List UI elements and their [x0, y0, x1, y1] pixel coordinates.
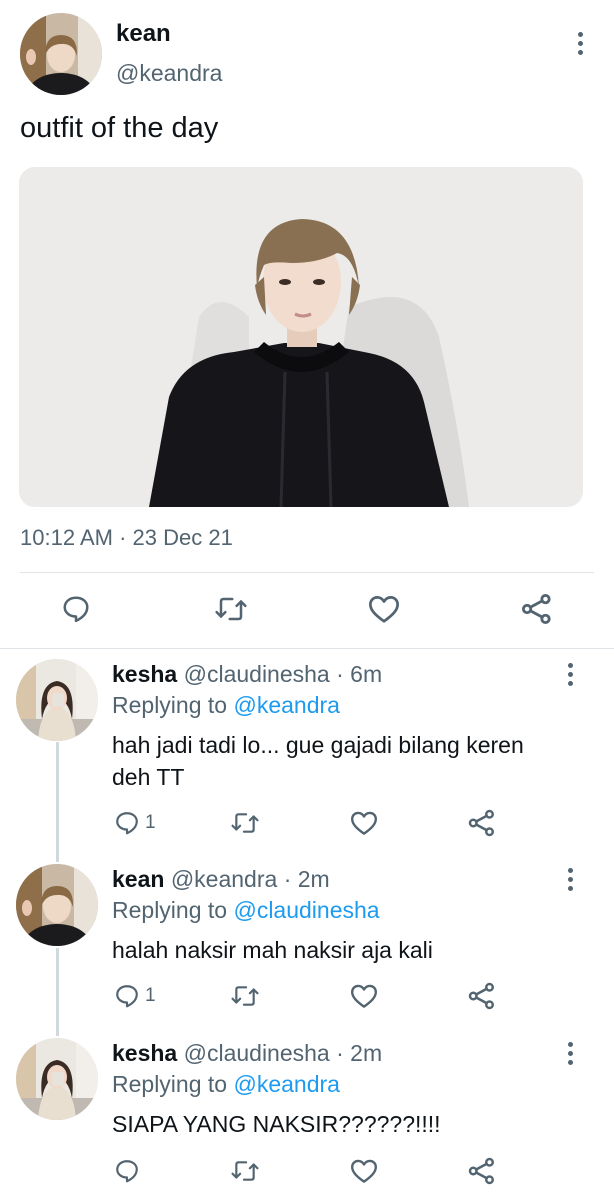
display-name[interactable]: kesha [112, 1040, 177, 1066]
avatar[interactable] [16, 864, 98, 946]
avatar-image [16, 659, 98, 741]
replying-to: Replying to @keandra [112, 692, 340, 719]
photo-image [19, 167, 583, 507]
avatar[interactable] [16, 659, 98, 741]
like-button[interactable] [349, 983, 379, 1009]
share-icon [468, 809, 494, 837]
reply-icon [116, 1160, 138, 1183]
reply-text: hah jadi tadi lo... gue gajadi bilang ke… [112, 729, 524, 793]
display-name[interactable]: kean [112, 866, 164, 892]
display-name[interactable]: kesha [112, 661, 177, 687]
reply-button[interactable] [60, 594, 92, 624]
share-button[interactable] [520, 592, 554, 626]
reply-count: 1 [145, 985, 156, 1006]
reply-button[interactable]: 1 [113, 983, 156, 1009]
like-icon [351, 811, 377, 835]
share-button[interactable] [467, 981, 497, 1011]
tweet-date: 23 Dec 21 [132, 525, 233, 550]
avatar[interactable] [16, 1038, 98, 1120]
reply-header: kesha @claudinesha · 2m [112, 1040, 382, 1067]
reply-header: kesha @claudinesha · 6m [112, 661, 382, 688]
retweet-button[interactable] [229, 1158, 261, 1184]
share-icon [468, 982, 494, 1010]
share-button[interactable] [467, 1156, 497, 1186]
more-options-icon[interactable] [577, 32, 583, 55]
reply-text-line: halah naksir mah naksir aja kali [112, 937, 433, 963]
like-icon [369, 596, 399, 623]
thread-line [56, 948, 59, 1036]
tweet-age: · 2m [336, 1040, 383, 1066]
tweet-age: · 6m [336, 661, 383, 687]
reply-text-line: deh TT [112, 764, 185, 790]
retweet-button[interactable] [229, 810, 261, 836]
like-button[interactable] [349, 1158, 379, 1184]
reply-button[interactable] [113, 1158, 141, 1184]
like-icon [351, 1159, 377, 1183]
mention-link[interactable]: @claudinesha [233, 897, 379, 923]
avatar[interactable] [20, 13, 102, 95]
display-name[interactable]: kean [116, 20, 171, 48]
user-handle[interactable]: @keandra [171, 866, 277, 892]
thread-line [56, 742, 59, 862]
reply-icon [116, 985, 138, 1008]
retweet-icon [231, 986, 259, 1006]
reply-text: SIAPA YANG NAKSIR??????!!!! [112, 1108, 441, 1140]
share-button[interactable] [467, 808, 497, 838]
reply-icon [116, 812, 138, 835]
like-button[interactable] [349, 810, 379, 836]
more-options-icon[interactable] [567, 663, 573, 686]
user-handle[interactable]: @claudinesha [184, 1040, 330, 1066]
more-options-icon[interactable] [567, 1042, 573, 1065]
mention-link[interactable]: @keandra [233, 692, 339, 718]
tweet-age: · 2m [283, 866, 330, 892]
tweet-timestamp[interactable]: 10:12 AM · 23 Dec 21 [20, 525, 233, 551]
tweet-photo[interactable] [19, 167, 583, 507]
retweet-icon [231, 1161, 259, 1181]
like-icon [351, 984, 377, 1008]
meta-separator: · [119, 525, 127, 550]
avatar-image [20, 13, 102, 95]
replying-to-label: Replying to [112, 1071, 228, 1097]
retweet-button[interactable] [229, 983, 261, 1009]
replying-to: Replying to @claudinesha [112, 897, 380, 924]
reply-icon [63, 596, 89, 623]
avatar-image [16, 1038, 98, 1120]
user-handle[interactable]: @keandra [116, 60, 222, 87]
user-handle[interactable]: @claudinesha [184, 661, 330, 687]
replying-to: Replying to @keandra [112, 1071, 340, 1098]
avatar-image [16, 864, 98, 946]
reply-text-line: hah jadi tadi lo... gue gajadi bilang ke… [112, 732, 524, 758]
more-options-icon[interactable] [567, 868, 573, 891]
replying-to-label: Replying to [112, 897, 228, 923]
reply-button[interactable]: 1 [113, 810, 156, 836]
retweet-button[interactable] [213, 594, 249, 624]
mention-link[interactable]: @keandra [233, 1071, 339, 1097]
reply-text-line: SIAPA YANG NAKSIR??????!!!! [112, 1111, 441, 1137]
retweet-icon [215, 597, 247, 621]
tweet-time: 10:12 AM [20, 525, 113, 550]
reply-header: kean @keandra · 2m [112, 866, 330, 893]
divider [20, 572, 594, 573]
reply-text: halah naksir mah naksir aja kali [112, 934, 433, 966]
reply-count: 1 [145, 812, 156, 833]
like-button[interactable] [367, 594, 401, 624]
tweet-text: outfit of the day [20, 112, 219, 144]
divider [0, 648, 614, 649]
share-icon [468, 1157, 494, 1185]
replying-to-label: Replying to [112, 692, 228, 718]
share-icon [521, 593, 551, 625]
retweet-icon [231, 813, 259, 833]
